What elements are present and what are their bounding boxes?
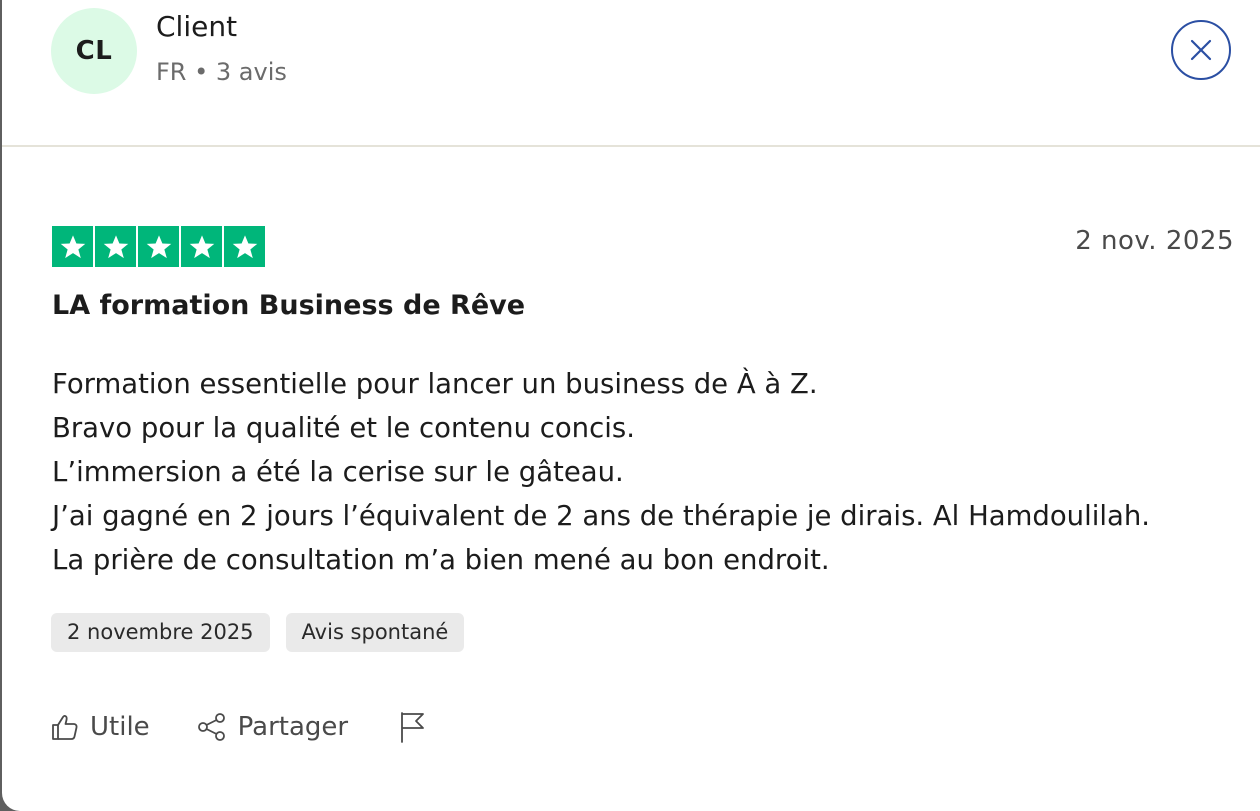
useful-button[interactable]: Utile	[50, 712, 150, 742]
star-icon	[138, 226, 179, 267]
review-text-line: Bravo pour la qualité et le contenu conc…	[52, 412, 635, 444]
star-icon	[181, 226, 222, 267]
review-body: Formation essentielle pour lancer un bus…	[52, 362, 1242, 582]
close-button[interactable]	[1171, 20, 1231, 80]
close-icon	[1190, 39, 1212, 61]
avatar-initials: CL	[75, 36, 113, 66]
thumbs-up-icon	[52, 714, 78, 740]
star-rating	[52, 226, 265, 267]
flag-icon	[401, 712, 425, 743]
star-icon	[95, 226, 136, 267]
review-text-line: L’immersion a été la cerise sur le gâtea…	[52, 456, 624, 488]
review-title: LA formation Business de Rêve	[52, 290, 526, 321]
review-text-line: J’ai gagné en 2 jours l’équivalent de 2 …	[52, 500, 1151, 532]
share-label: Partager	[237, 712, 349, 742]
date-tag: 2 novembre 2025	[51, 613, 270, 652]
review-modal: CL Client FR • 3 avis 2 nov. 2025 LA for…	[2, 0, 1260, 811]
review-text-line: La prière de consultation m’a bien mené …	[52, 544, 830, 576]
useful-label: Utile	[90, 712, 150, 742]
report-button[interactable]	[398, 710, 428, 744]
share-icon	[197, 713, 225, 741]
review-actions: Utile Partager	[50, 710, 428, 744]
reviewer-header: CL Client FR • 3 avis	[2, 0, 1260, 147]
star-icon	[52, 226, 93, 267]
reviewer-meta: FR • 3 avis	[156, 58, 287, 86]
review-tags: 2 novembre 2025 Avis spontané	[51, 613, 465, 652]
reviewer-name[interactable]: Client	[156, 10, 237, 43]
star-icon	[224, 226, 265, 267]
share-button[interactable]: Partager	[196, 711, 348, 743]
review-text-line: Formation essentielle pour lancer un bus…	[52, 368, 818, 400]
spontaneous-review-tag: Avis spontané	[285, 613, 465, 652]
avatar: CL	[51, 8, 137, 94]
review-date: 2 nov. 2025	[1075, 226, 1234, 256]
